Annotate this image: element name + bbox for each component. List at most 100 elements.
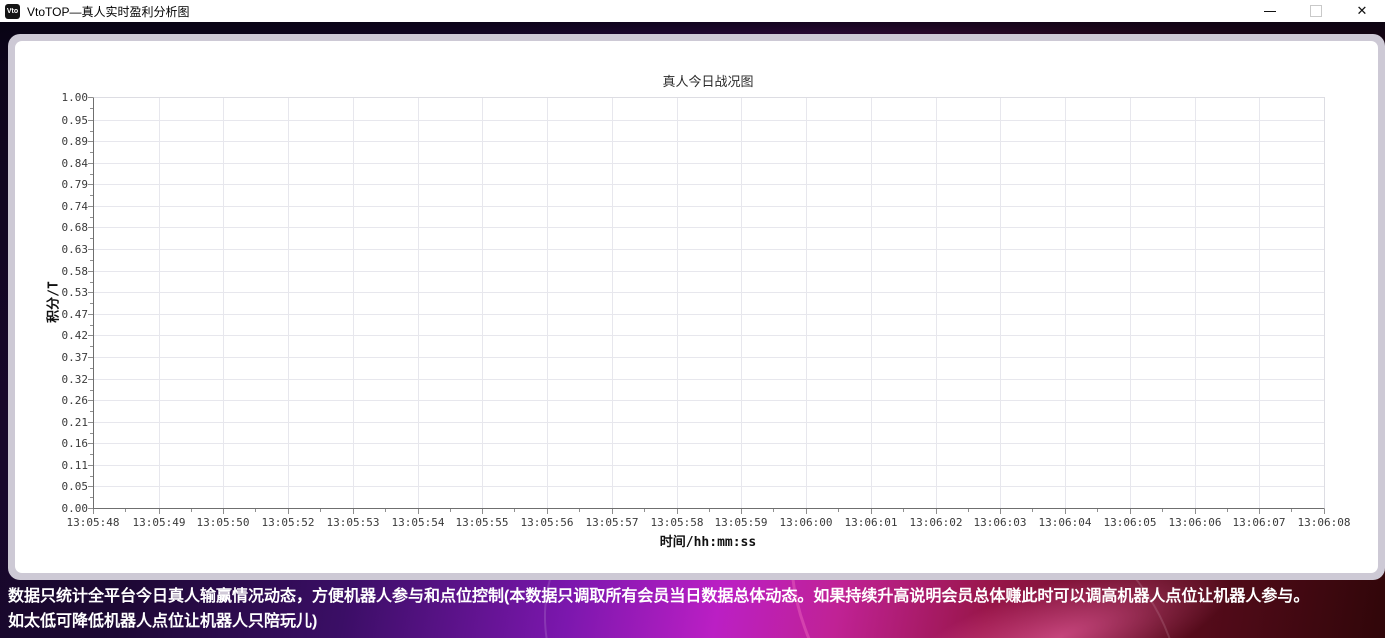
- x-major-tick: [677, 509, 678, 514]
- y-tick-label: 0.16: [61, 437, 89, 450]
- y-major-tick: [88, 271, 93, 272]
- y-minor-tick: [90, 195, 93, 196]
- y-grid-line: [94, 227, 1324, 228]
- x-grid-line: [806, 98, 807, 508]
- x-major-tick: [1130, 509, 1131, 514]
- y-minor-tick: [90, 325, 93, 326]
- x-tick-label: 13:05:50: [196, 516, 250, 529]
- y-tick-label: 0.21: [61, 416, 89, 429]
- y-grid-line: [94, 443, 1324, 444]
- x-major-tick: [159, 509, 160, 514]
- x-grid-line: [936, 98, 937, 508]
- x-major-tick: [1195, 509, 1196, 514]
- y-major-tick: [88, 486, 93, 487]
- minimize-icon: [1264, 10, 1276, 12]
- y-minor-tick: [90, 174, 93, 175]
- y-minor-tick: [90, 303, 93, 304]
- x-major-tick: [1259, 509, 1260, 514]
- y-tick-label: 0.32: [61, 373, 89, 386]
- y-tick-label: 0.42: [61, 329, 89, 342]
- y-tick-label: 0.79: [61, 178, 89, 191]
- x-minor-tick: [125, 509, 126, 512]
- y-grid-line: [94, 314, 1324, 315]
- y-tick-label: 0.68: [61, 221, 89, 234]
- y-tick-label: 0.74: [61, 200, 89, 213]
- y-major-tick: [88, 443, 93, 444]
- x-minor-tick: [773, 509, 774, 512]
- x-grid-line: [1130, 98, 1131, 508]
- x-minor-tick: [1227, 509, 1228, 512]
- y-grid-line: [94, 292, 1324, 293]
- y-major-tick: [88, 292, 93, 293]
- x-grid-line: [418, 98, 419, 508]
- close-button[interactable]: ✕: [1339, 0, 1385, 22]
- x-major-tick: [482, 509, 483, 514]
- x-grid-line: [482, 98, 483, 508]
- y-major-tick: [88, 163, 93, 164]
- y-tick-label: 0.84: [61, 157, 89, 170]
- y-minor-tick: [90, 131, 93, 132]
- x-tick-label: 13:05:49: [132, 516, 186, 529]
- y-minor-tick: [90, 346, 93, 347]
- x-tick-label: 13:05:52: [261, 516, 315, 529]
- y-major-tick: [88, 314, 93, 315]
- x-tick-label: 13:05:48: [66, 516, 120, 529]
- app-icon: Vto: [5, 3, 20, 19]
- x-grid-line: [612, 98, 613, 508]
- y-major-tick: [88, 379, 93, 380]
- y-grid-line: [94, 206, 1324, 207]
- title-bar[interactable]: Vto VtoTOP—真人实时盈利分析图 ✕: [0, 0, 1385, 22]
- y-minor-tick: [90, 433, 93, 434]
- x-minor-tick: [320, 509, 321, 512]
- y-major-tick: [88, 227, 93, 228]
- info-footer-line: 如太低可降低机器人点位让机器人只陪玩儿): [8, 613, 318, 630]
- y-minor-tick: [90, 152, 93, 153]
- maximize-button[interactable]: [1293, 0, 1339, 22]
- x-major-tick: [288, 509, 289, 514]
- x-minor-tick: [450, 509, 451, 512]
- x-grid-line: [1065, 98, 1066, 508]
- x-minor-tick: [579, 509, 580, 512]
- y-minor-tick: [90, 260, 93, 261]
- x-tick-label: 13:05:59: [714, 516, 768, 529]
- x-grid-line: [159, 98, 160, 508]
- x-minor-tick: [1162, 509, 1163, 512]
- y-minor-tick: [90, 217, 93, 218]
- x-major-tick: [741, 509, 742, 514]
- y-major-tick: [88, 422, 93, 423]
- chart-area: 真人今日战况图 时间/hh:mm:ss 积分/T 1.00 0.95 0.89 0.8…: [15, 41, 1378, 573]
- x-major-tick: [1000, 509, 1001, 514]
- plot-area: [93, 97, 1325, 509]
- y-minor-tick: [90, 108, 93, 109]
- chart-title: 真人今日战况图: [662, 74, 754, 89]
- y-major-tick: [88, 465, 93, 466]
- x-tick-label: 13:05:56: [520, 516, 574, 529]
- y-grid-line: [94, 486, 1324, 487]
- y-tick-label: 0.63: [61, 243, 89, 256]
- x-grid-line: [1000, 98, 1001, 508]
- window-controls: ✕: [1247, 0, 1385, 22]
- x-major-tick: [223, 509, 224, 514]
- minimize-button[interactable]: [1247, 0, 1293, 22]
- x-tick-label: 13:06:07: [1232, 516, 1286, 529]
- y-major-tick: [88, 141, 93, 142]
- y-major-tick: [88, 335, 93, 336]
- x-minor-tick: [514, 509, 515, 512]
- y-grid-line: [94, 120, 1324, 121]
- x-grid-line: [547, 98, 548, 508]
- x-grid-line: [677, 98, 678, 508]
- x-major-tick: [936, 509, 937, 514]
- y-tick-label: 0.47: [61, 308, 89, 321]
- maximize-icon: [1310, 5, 1322, 17]
- x-minor-tick: [255, 509, 256, 512]
- y-minor-tick: [90, 238, 93, 239]
- y-grid-line: [94, 184, 1324, 185]
- x-tick-label: 13:05:54: [391, 516, 445, 529]
- x-major-tick: [93, 509, 94, 514]
- y-major-tick: [88, 400, 93, 401]
- y-tick-label: 0.95: [61, 114, 89, 127]
- y-tick-label: 0.26: [61, 394, 89, 407]
- y-tick-label: 0.05: [61, 480, 89, 493]
- x-grid-line: [1195, 98, 1196, 508]
- y-grid-line: [94, 357, 1324, 358]
